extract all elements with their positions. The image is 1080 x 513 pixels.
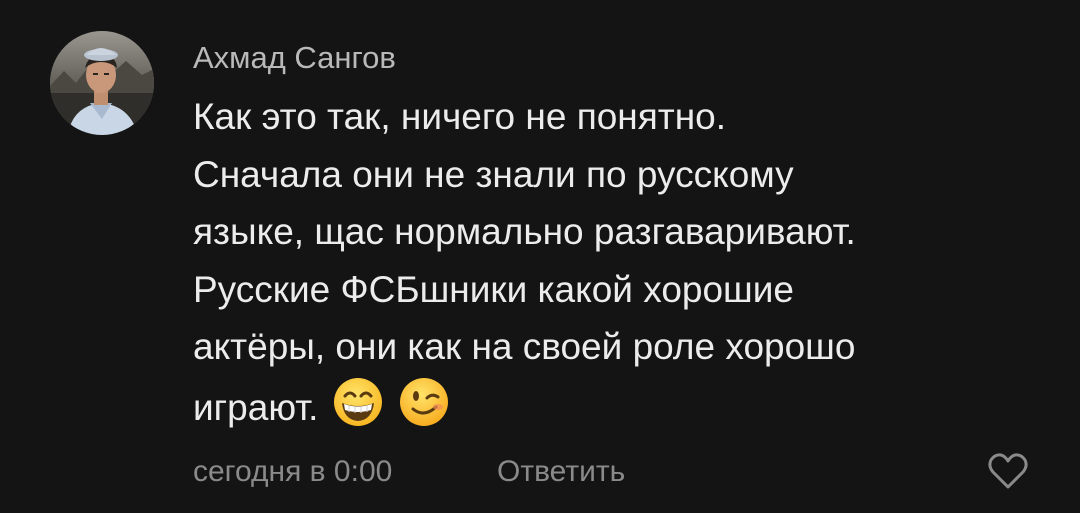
winking-face-emoji bbox=[398, 376, 450, 428]
comment-text-line: играют. bbox=[193, 386, 319, 428]
comment-text-line: Сначала они не знали по русскому bbox=[193, 153, 794, 195]
comment-text-line: языке, щас нормально разгаваривают. bbox=[193, 211, 856, 252]
like-button[interactable] bbox=[987, 452, 1029, 490]
avatar[interactable] bbox=[50, 31, 154, 135]
comment-author[interactable]: Ахмад Сангов bbox=[193, 38, 396, 78]
comment-text-line: Как это так, ничего не понятно. bbox=[193, 96, 727, 137]
avatar-photo bbox=[50, 31, 154, 135]
grinning-face-emoji bbox=[332, 376, 384, 428]
reply-button[interactable]: Ответить bbox=[497, 452, 625, 492]
comment-timestamp: сегодня в 0:00 bbox=[193, 455, 393, 488]
comment-text-line: Русские ФСБшники какой хорошие bbox=[193, 268, 794, 310]
comment-text-last-line: играют. bbox=[193, 376, 1053, 437]
heart-outline-icon bbox=[988, 453, 1028, 489]
comment-text: Как это так, ничего не понятно. Сначала … bbox=[193, 88, 1053, 436]
comment-text-line: актёры, они как на своей роле хорошо bbox=[193, 326, 856, 367]
comment: Ахмад Сангов Как это так, ничего не поня… bbox=[0, 0, 1080, 513]
